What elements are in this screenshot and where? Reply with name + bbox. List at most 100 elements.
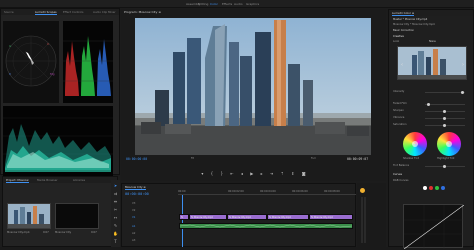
razor-tool-icon[interactable]: ✂ bbox=[113, 207, 118, 212]
ruler-label: 00:00:04:00 bbox=[260, 190, 276, 193]
adjust-saturation-label: Saturation bbox=[393, 123, 407, 126]
tab-audio-clip-mixer[interactable]: Audio Clip Mixer bbox=[93, 10, 116, 14]
track-header-a1[interactable]: A1 bbox=[132, 225, 135, 228]
tint-balance-label: Tint Balance bbox=[393, 164, 410, 167]
tools-panel: ➤ ⇉ ⇹ ✂ ↔ ✎ ✋ T bbox=[111, 180, 120, 247]
tab-libraries[interactable]: Libraries bbox=[73, 178, 85, 182]
highlight-tint-wheel[interactable] bbox=[437, 132, 461, 156]
project-tabs: Project: Moscow Media Browser Libraries bbox=[3, 177, 117, 183]
video-clip[interactable]: fx bbox=[179, 214, 189, 220]
pen-tool-icon[interactable]: ✎ bbox=[113, 223, 118, 228]
look-preview[interactable]: ‹ › bbox=[397, 46, 467, 80]
ripple-edit-icon[interactable]: ⇹ bbox=[113, 199, 118, 204]
section-creative[interactable]: Creative bbox=[393, 35, 404, 38]
audio-clip[interactable] bbox=[179, 223, 353, 229]
saturation-slider[interactable] bbox=[425, 124, 465, 127]
vibrance-slider[interactable] bbox=[425, 117, 465, 120]
sharpen-slider[interactable] bbox=[425, 110, 465, 113]
playhead[interactable] bbox=[182, 195, 183, 247]
lumetri-source-label[interactable]: Master * Moscow City.mp4 bbox=[393, 18, 427, 21]
intensity-slider[interactable] bbox=[425, 91, 465, 94]
playback-resolution-select[interactable]: Full bbox=[311, 157, 315, 160]
rgb-curve-graph[interactable] bbox=[403, 204, 465, 250]
section-basic-correction[interactable]: Basic Correction bbox=[393, 29, 414, 32]
curve-channel-blue[interactable] bbox=[441, 186, 445, 190]
look-label: Look bbox=[393, 40, 400, 43]
track-header-v2[interactable]: V2 bbox=[132, 209, 135, 212]
curve-channel-red[interactable] bbox=[429, 186, 433, 190]
track-header-a2[interactable]: A2 bbox=[132, 232, 135, 235]
track-header-a3[interactable]: A3 bbox=[132, 239, 135, 242]
ruler-label: 00:00 bbox=[178, 190, 186, 193]
video-clip[interactable]: fx Moscow City.mp4 bbox=[309, 214, 353, 220]
workspace-audio[interactable]: Audio bbox=[234, 2, 243, 6]
workspace-bar: Assembly Editing Color Effects Audio Gra… bbox=[0, 0, 474, 8]
sequence-name: Moscow City bbox=[55, 231, 72, 234]
go-to-out-icon[interactable]: ⇥ bbox=[270, 171, 273, 176]
curve-channel-green[interactable] bbox=[435, 186, 439, 190]
workspace-effects[interactable]: Effects bbox=[222, 2, 232, 6]
track-header-v3[interactable]: V3 bbox=[132, 202, 135, 205]
lumetri-sequence-label[interactable]: Moscow City * Moscow City.mp4 bbox=[393, 23, 435, 26]
moscow-city-skyline bbox=[135, 18, 371, 155]
tab-media-browser[interactable]: Media Browser bbox=[37, 178, 58, 182]
video-clip[interactable]: fx Moscow City.mp4 bbox=[189, 214, 227, 220]
workspace-color[interactable]: Color bbox=[210, 2, 218, 6]
track-select-icon[interactable]: ⇉ bbox=[113, 191, 118, 196]
svg-text:B: B bbox=[9, 72, 11, 76]
tab-project[interactable]: Project: Moscow bbox=[6, 178, 29, 183]
scopes-panel: Source Lumetri Scopes Effect Controls Au… bbox=[0, 8, 120, 178]
go-to-in-icon[interactable]: ⇤ bbox=[230, 171, 233, 176]
audio-meters bbox=[357, 183, 386, 247]
lift-icon[interactable]: ⇡ bbox=[281, 171, 284, 176]
project-item-thumbnail[interactable] bbox=[7, 203, 51, 229]
meter-left-channel bbox=[361, 197, 363, 243]
tint-balance-slider[interactable] bbox=[425, 165, 465, 168]
timeline-timecode[interactable]: 00:00:00:00 bbox=[125, 192, 149, 196]
lumetri-color-panel: Lumetri Color ≡ Master * Moscow City.mp4… bbox=[388, 9, 474, 250]
adjust-intensity-label: Intensity bbox=[393, 90, 405, 93]
tab-lumetri-scopes[interactable]: Lumetri Scopes bbox=[35, 10, 57, 15]
video-clip[interactable]: fx Moscow City.mp4 bbox=[227, 214, 267, 220]
tab-lumetri-color[interactable]: Lumetri Color ≡ bbox=[392, 11, 415, 16]
zoom-level-select[interactable]: Fit bbox=[191, 157, 194, 160]
svg-text:Mg: Mg bbox=[50, 72, 55, 76]
adjust-faded-film-label: Faded Film bbox=[393, 102, 407, 105]
timeline-sequence-tab[interactable]: Moscow City ≡ bbox=[125, 185, 146, 190]
lumetri-tabs: Lumetri Color ≡ bbox=[389, 10, 473, 16]
program-current-timecode[interactable]: 00:00:00:00 bbox=[126, 157, 147, 161]
workspace-graphics[interactable]: Graphics bbox=[246, 2, 259, 6]
hand-tool-icon[interactable]: ✋ bbox=[113, 231, 118, 236]
curve-channel-white[interactable] bbox=[423, 186, 427, 190]
in-point-icon[interactable]: { bbox=[211, 171, 214, 176]
shadow-tint-wheel[interactable] bbox=[403, 132, 427, 156]
look-select[interactable]: None bbox=[429, 40, 436, 43]
export-frame-icon[interactable]: ◙ bbox=[302, 171, 306, 176]
marker-icon[interactable]: ▾ bbox=[201, 171, 203, 176]
tab-effect-controls[interactable]: Effect Controls bbox=[63, 10, 84, 14]
selection-tool-icon[interactable]: ➤ bbox=[113, 183, 118, 188]
step-back-icon[interactable]: ◂ bbox=[241, 171, 243, 176]
ruler-label: 00:00:06:00 bbox=[292, 190, 308, 193]
workspace-editing[interactable]: Editing bbox=[198, 2, 208, 6]
program-monitor: Program: Moscow City ≡ 00:00:00:00 Fit F… bbox=[121, 9, 386, 181]
faded-film-slider[interactable] bbox=[425, 103, 465, 106]
slip-tool-icon[interactable]: ↔ bbox=[113, 215, 118, 220]
section-curves[interactable]: Curves bbox=[393, 173, 402, 176]
type-tool-icon[interactable]: T bbox=[113, 239, 118, 244]
video-clip[interactable]: fx Moscow City.mp4 bbox=[267, 214, 309, 220]
out-point-icon[interactable]: } bbox=[220, 171, 223, 176]
extract-icon[interactable]: ⇞ bbox=[291, 171, 294, 176]
play-icon[interactable]: ▶ bbox=[250, 171, 253, 176]
step-forward-icon[interactable]: ▸ bbox=[261, 171, 263, 176]
waveform-scope bbox=[3, 106, 113, 178]
sequence-thumbnail[interactable] bbox=[55, 203, 99, 229]
tab-source[interactable]: Source bbox=[4, 10, 14, 14]
rgb-parade-scope bbox=[63, 21, 113, 103]
meter-solo-icon[interactable] bbox=[360, 188, 365, 193]
vectorscope: R Mg B G bbox=[3, 21, 59, 103]
sequence-duration: 9:07 bbox=[91, 231, 97, 234]
time-ruler[interactable]: 00:00 00:00:02:00 00:00:04:00 00:00:06:0… bbox=[178, 190, 356, 195]
track-header-v1[interactable]: V1 bbox=[132, 216, 135, 219]
project-item-name: Moscow City.mp4 bbox=[7, 231, 30, 234]
